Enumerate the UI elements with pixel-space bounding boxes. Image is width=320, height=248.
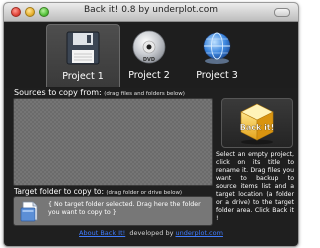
developed-by-text: developed by	[129, 229, 174, 237]
tab-project-3[interactable]: Project 3	[181, 24, 253, 86]
project-3-label[interactable]: Project 3	[181, 70, 253, 81]
project-1-label[interactable]: Project 1	[47, 71, 119, 82]
globe-icon	[203, 32, 231, 64]
back-it-button[interactable]: Back it!	[221, 98, 293, 148]
sources-drop-area[interactable]	[13, 98, 213, 186]
tab-project-1[interactable]: Project 1	[46, 24, 120, 87]
footer: About Back It! developed by underplot.co…	[4, 229, 298, 237]
dvd-disc-icon: DVD	[132, 30, 166, 64]
app-window: Back it! 0.8 by underplot.com Project 1	[3, 2, 299, 247]
back-it-label: Back it!	[240, 123, 275, 132]
target-drop-area[interactable]: { No target folder selected. Drag here t…	[13, 196, 213, 226]
sources-hint: (drag files and folders below)	[104, 91, 185, 97]
title-bar[interactable]: Back it! 0.8 by underplot.com	[4, 3, 298, 22]
document-icon	[20, 201, 38, 222]
back-it-icon: Back it!	[240, 103, 275, 145]
project-2-label[interactable]: Project 2	[113, 70, 185, 81]
sources-title: Sources to copy from:	[14, 88, 102, 97]
developer-link[interactable]: underplot.com	[176, 229, 223, 237]
tab-project-2[interactable]: DVD Project 2	[113, 24, 185, 86]
svg-text:DVD: DVD	[143, 57, 155, 63]
target-title: Target folder to copy to:	[14, 187, 105, 196]
sources-header: Sources to copy from: (drag files and fo…	[14, 88, 185, 97]
floppy-disk-icon	[66, 31, 100, 65]
project-tabs: Project 1 DVD Project 2 Project 3	[4, 22, 298, 88]
target-header: Target folder to copy to: (drag folder o…	[14, 187, 182, 196]
toolbar-toggle-button[interactable]	[274, 8, 290, 17]
target-placeholder: { No target folder selected. Drag here t…	[48, 201, 201, 216]
about-link[interactable]: About Back It!	[79, 229, 125, 237]
instructions-text: Select an empty project, click on its ti…	[216, 151, 294, 222]
window-title: Back it! 0.8 by underplot.com	[84, 5, 218, 15]
